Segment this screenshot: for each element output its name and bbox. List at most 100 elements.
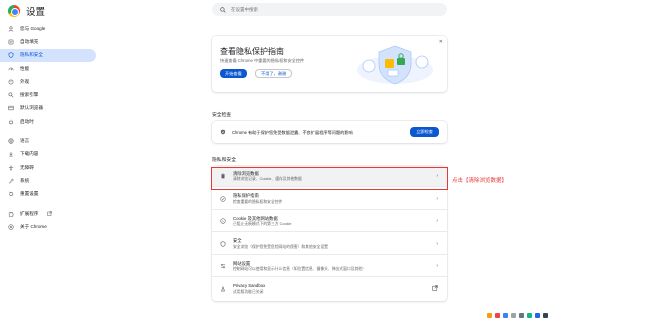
sidebar: 您与 Google 自动填充 隐私和安全 性能 外观 搜索引擎 默认浏览器 启动… bbox=[0, 22, 100, 233]
cookies-row[interactable]: Cookie 及其他网站数据 已阻止无痕模式下的第三方 Cookie › bbox=[212, 211, 447, 232]
sidebar-item-extensions[interactable]: 扩展程序 bbox=[0, 207, 96, 220]
privacy-guide-row[interactable]: 隐私保护指南 检查重要的隐私权和安全控件 › bbox=[212, 189, 447, 209]
divider bbox=[212, 253, 447, 254]
sidebar-item-label: 外观 bbox=[20, 78, 30, 84]
autofill-icon bbox=[8, 39, 14, 45]
sidebar-item-appearance[interactable]: 外观 bbox=[0, 75, 96, 88]
row-subtitle: 试用版功能已关闭 bbox=[233, 289, 264, 294]
wrench-icon bbox=[8, 178, 14, 184]
sidebar-item-on-startup[interactable]: 启动时 bbox=[0, 115, 96, 128]
search-icon bbox=[8, 92, 14, 98]
sidebar-item-reset-settings[interactable]: 重置设置 bbox=[0, 188, 96, 201]
chevron-right-icon: › bbox=[436, 218, 438, 224]
guide-icon bbox=[220, 195, 226, 202]
sidebar-item-label: 关于 Chrome bbox=[20, 223, 47, 229]
external-link-icon bbox=[47, 211, 53, 216]
sidebar-item-about-chrome[interactable]: 关于 Chrome bbox=[0, 220, 96, 233]
search-icon bbox=[220, 6, 226, 13]
search-input[interactable] bbox=[231, 7, 411, 12]
sidebar-item-label: 语言 bbox=[20, 138, 30, 144]
security-row[interactable]: 安全 安全浏览（保护您免受危险网站的侵害）和其他安全设置 › bbox=[212, 234, 447, 254]
row-subtitle: 检查重要的隐私权和安全控件 bbox=[233, 199, 283, 204]
page-title: 设置 bbox=[26, 7, 46, 18]
divider bbox=[212, 276, 447, 277]
sidebar-item-autofill[interactable]: 自动填充 bbox=[0, 35, 96, 48]
no-thanks-button[interactable]: 不用了，谢谢 bbox=[255, 69, 293, 78]
row-title: 安全 bbox=[233, 238, 242, 243]
sidebar-item-label: 自动填充 bbox=[20, 38, 39, 44]
sidebar-item-languages[interactable]: 语言 bbox=[0, 134, 96, 147]
tray-app-icon[interactable] bbox=[527, 313, 532, 318]
sidebar-item-system[interactable]: 系统 bbox=[0, 174, 96, 187]
row-title: Privacy Sandbox bbox=[233, 283, 266, 288]
chevron-right-icon: › bbox=[436, 263, 438, 269]
sidebar-item-label: 下载内容 bbox=[20, 151, 39, 157]
chrome-icon bbox=[8, 224, 14, 230]
tray-app-icon[interactable] bbox=[487, 313, 492, 318]
download-icon bbox=[8, 151, 14, 157]
performance-icon bbox=[8, 66, 14, 72]
security-icon bbox=[220, 240, 226, 247]
clear-browsing-data-row[interactable]: 清除浏览数据 清除浏览记录、Cookie、缓存及其他数据 › bbox=[212, 166, 447, 187]
chevron-right-icon: › bbox=[436, 173, 438, 179]
sidebar-item-label: 搜索引擎 bbox=[20, 92, 39, 98]
globe-icon bbox=[8, 138, 14, 144]
sidebar-item-label: 启动时 bbox=[20, 118, 34, 124]
sidebar-item-privacy-security[interactable]: 隐私和安全 bbox=[0, 48, 96, 62]
search-bar[interactable] bbox=[212, 3, 447, 16]
row-subtitle: 清除浏览记录、Cookie、缓存及其他数据 bbox=[233, 177, 302, 181]
row-subtitle: 控制网站可以使用和显示什么信息（如位置信息、摄像头、弹出式窗口及其他） bbox=[233, 267, 366, 271]
promo-description: 快速查看 Chrome 中重要的隐私权和安全控件 bbox=[220, 58, 305, 63]
chevron-right-icon: › bbox=[436, 195, 438, 202]
sidebar-item-label: 性能 bbox=[20, 65, 30, 71]
accessibility-icon bbox=[8, 165, 14, 171]
sidebar-item-accessibility[interactable]: 无障碍 bbox=[0, 161, 96, 174]
chrome-logo-icon bbox=[8, 5, 20, 17]
sidebar-item-downloads[interactable]: 下载内容 bbox=[0, 148, 96, 161]
tray-app-icon[interactable] bbox=[543, 313, 548, 318]
sidebar-item-label: 扩展程序 bbox=[20, 210, 39, 216]
divider bbox=[212, 186, 447, 187]
instruction-annotation: 点击【清除浏览数据】 bbox=[452, 178, 508, 184]
tray-app-icon[interactable] bbox=[519, 313, 524, 318]
palette-icon bbox=[8, 79, 14, 85]
chevron-right-icon: › bbox=[436, 240, 438, 247]
reset-icon bbox=[8, 191, 14, 197]
tray-app-icon[interactable] bbox=[511, 313, 516, 318]
sidebar-item-search-engine[interactable]: 搜索引擎 bbox=[0, 88, 96, 101]
settings-header: 设置 bbox=[8, 4, 45, 18]
check-now-button[interactable]: 立即检查 bbox=[410, 127, 439, 137]
sidebar-item-label: 系统 bbox=[20, 177, 30, 183]
trash-icon bbox=[221, 173, 225, 179]
site-settings-row[interactable]: 网站设置 控制网站可以使用和显示什么信息（如位置信息、摄像头、弹出式窗口及其他）… bbox=[212, 256, 447, 277]
sandbox-icon bbox=[221, 285, 225, 291]
row-subtitle: 安全浏览（保护您免受危险网站的侵害）和其他安全设置 bbox=[233, 244, 328, 249]
sidebar-item-performance[interactable]: 性能 bbox=[0, 62, 96, 75]
tray-app-icon[interactable] bbox=[535, 313, 540, 318]
row-subtitle: 已阻止无痕模式下的第三方 Cookie bbox=[233, 222, 292, 226]
tray-app-icon[interactable] bbox=[503, 313, 508, 318]
power-icon bbox=[8, 119, 14, 125]
promo-title: 查看隐私保护指南 bbox=[220, 47, 284, 56]
privacy-security-card: 清除浏览数据 清除浏览记录、Cookie、缓存及其他数据 › 隐私保护指南 检查… bbox=[212, 166, 447, 301]
row-title: 隐私保护指南 bbox=[233, 193, 259, 198]
privacy-guide-promo-card: ✕ 查看隐私保护指南 快速查看 Chrome 中重要的隐私权和安全控件 开始查看… bbox=[212, 36, 447, 92]
row-title: 网站设置 bbox=[233, 260, 251, 266]
sidebar-item-label: 无障碍 bbox=[20, 164, 34, 170]
safety-check-text: Chrome 有助于保护您免受数据泄露、不良扩展程序等问题的影响 bbox=[232, 129, 353, 135]
safety-check-heading: 安全检查 bbox=[212, 113, 232, 118]
external-link-icon bbox=[432, 284, 438, 293]
privacy-sandbox-row[interactable]: Privacy Sandbox 试用版功能已关闭 bbox=[212, 279, 447, 300]
row-title: 清除浏览数据 bbox=[233, 170, 259, 176]
start-review-button[interactable]: 开始查看 bbox=[220, 69, 247, 78]
shield-check-icon bbox=[220, 129, 226, 135]
close-icon[interactable]: ✕ bbox=[439, 39, 443, 45]
browser-icon bbox=[8, 105, 14, 111]
sidebar-item-you-and-google[interactable]: 您与 Google bbox=[0, 22, 96, 35]
cookie-icon bbox=[220, 218, 226, 224]
system-tray bbox=[487, 313, 548, 318]
tray-app-icon[interactable] bbox=[495, 313, 500, 318]
privacy-security-heading: 隐私和安全 bbox=[212, 158, 236, 163]
sidebar-item-label: 默认浏览器 bbox=[20, 105, 43, 111]
sidebar-item-default-browser[interactable]: 默认浏览器 bbox=[0, 102, 96, 115]
